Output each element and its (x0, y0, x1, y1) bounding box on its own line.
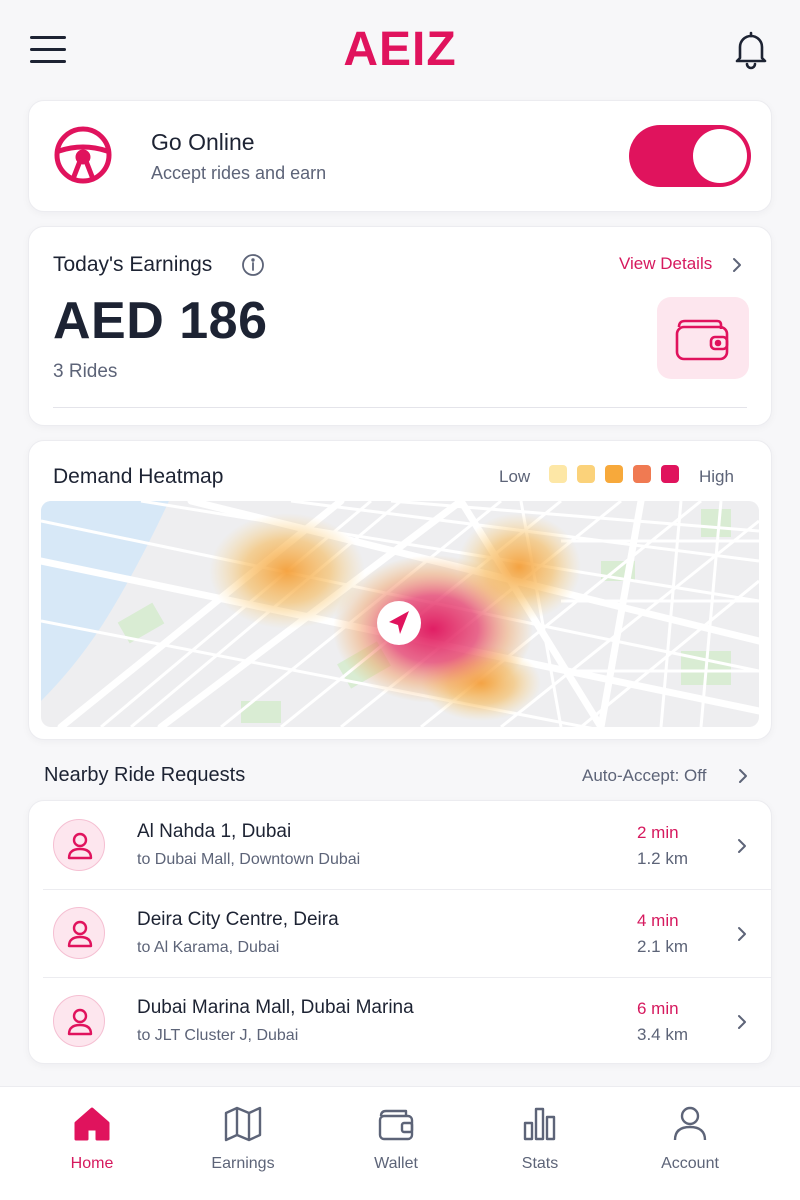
ride-request-item[interactable]: Dubai Marina Mall, Dubai Marina to JLT C… (29, 977, 771, 1065)
chevron-right-icon[interactable] (736, 767, 750, 785)
ride-destination: to JLT Cluster J, Dubai (137, 1027, 299, 1044)
todays-earnings-card: Today's Earnings View Details AED 186 3 … (28, 226, 772, 426)
user-icon (67, 832, 93, 860)
earnings-divider (53, 407, 747, 408)
nearby-requests-title: Nearby Ride Requests (44, 764, 246, 786)
earnings-title: Today's Earnings (53, 253, 213, 276)
nav-label: Home (70, 1155, 114, 1172)
avatar (53, 819, 105, 871)
user-icon (67, 1008, 93, 1036)
heatmap-legend (549, 465, 679, 483)
legend-swatch (549, 465, 567, 483)
nav-earnings[interactable]: Earnings (183, 1105, 303, 1173)
nav-account[interactable]: Account (630, 1105, 750, 1173)
ride-distance: 1.2 km (637, 849, 689, 868)
earnings-ride-count: 3 Rides (53, 361, 118, 382)
wallet-icon (675, 319, 729, 361)
demand-map[interactable] (41, 501, 759, 727)
legend-swatch (661, 465, 679, 483)
go-online-subtitle: Accept rides and earn (151, 163, 327, 183)
ride-destination: to Al Karama, Dubai (137, 939, 280, 956)
ride-eta: 4 min (637, 911, 679, 930)
app-logo: AEIZ (343, 23, 457, 76)
earnings-amount: AED 186 (53, 292, 268, 350)
nav-label: Stats (521, 1155, 559, 1172)
legend-swatch (577, 465, 595, 483)
nav-home[interactable]: Home (32, 1105, 152, 1173)
bell-icon[interactable] (730, 28, 772, 70)
ride-pickup: Al Nahda 1, Dubai (137, 821, 292, 842)
chevron-right-icon[interactable] (735, 1012, 749, 1032)
online-toggle[interactable] (629, 125, 751, 187)
ride-pickup: Dubai Marina Mall, Dubai Marina (137, 997, 414, 1018)
ride-request-item[interactable]: Al Nahda 1, Dubai to Dubai Mall, Downtow… (29, 801, 771, 889)
ride-distance: 2.1 km (637, 937, 689, 956)
map-canvas[interactable] (41, 501, 759, 727)
bar-chart-icon (523, 1107, 556, 1141)
legend-swatch (605, 465, 623, 483)
legend-swatch (633, 465, 651, 483)
view-details-link[interactable]: View Details (619, 254, 712, 274)
legend-low-label: Low (499, 467, 531, 486)
wallet-badge (657, 297, 749, 379)
nav-wallet[interactable]: Wallet (336, 1105, 456, 1173)
home-icon (74, 1107, 110, 1141)
ride-destination: to Dubai Mall, Downtown Dubai (137, 851, 361, 868)
nav-label: Earnings (211, 1155, 275, 1172)
top-bar: AEIZ (0, 0, 800, 100)
nav-label: Account (661, 1155, 719, 1172)
ride-distance: 3.4 km (637, 1025, 689, 1044)
nav-stats[interactable]: Stats (480, 1105, 600, 1173)
chevron-right-icon[interactable] (735, 836, 749, 856)
legend-high-label: High (699, 467, 734, 486)
user-icon (67, 920, 93, 948)
wallet-icon (378, 1109, 414, 1141)
toggle-knob (693, 129, 747, 183)
avatar (53, 995, 105, 1047)
info-icon[interactable] (241, 253, 265, 277)
avatar (53, 907, 105, 959)
ride-eta: 2 min (637, 823, 679, 842)
chevron-right-icon[interactable] (735, 924, 749, 944)
go-online-title: Go Online (151, 129, 255, 155)
heatmap-title: Demand Heatmap (53, 465, 224, 488)
ride-request-item[interactable]: Deira City Centre, Deira to Al Karama, D… (29, 889, 771, 977)
go-online-card: Go Online Accept rides and earn (28, 100, 772, 212)
bottom-navigation: Home Earnings Wallet Stats Account (0, 1086, 800, 1200)
ride-requests-list: Al Nahda 1, Dubai to Dubai Mall, Downtow… (28, 800, 772, 1064)
ride-eta: 6 min (637, 999, 679, 1018)
user-icon (673, 1106, 707, 1141)
steering-wheel-icon (54, 126, 112, 184)
auto-accept-setting[interactable]: Auto-Accept: Off (582, 766, 706, 786)
nav-label: Wallet (374, 1155, 418, 1172)
chevron-right-icon[interactable] (729, 255, 745, 275)
ride-pickup: Deira City Centre, Deira (137, 909, 339, 930)
demand-heatmap-card: Demand Heatmap Low High (28, 440, 772, 740)
map-icon (224, 1106, 262, 1142)
